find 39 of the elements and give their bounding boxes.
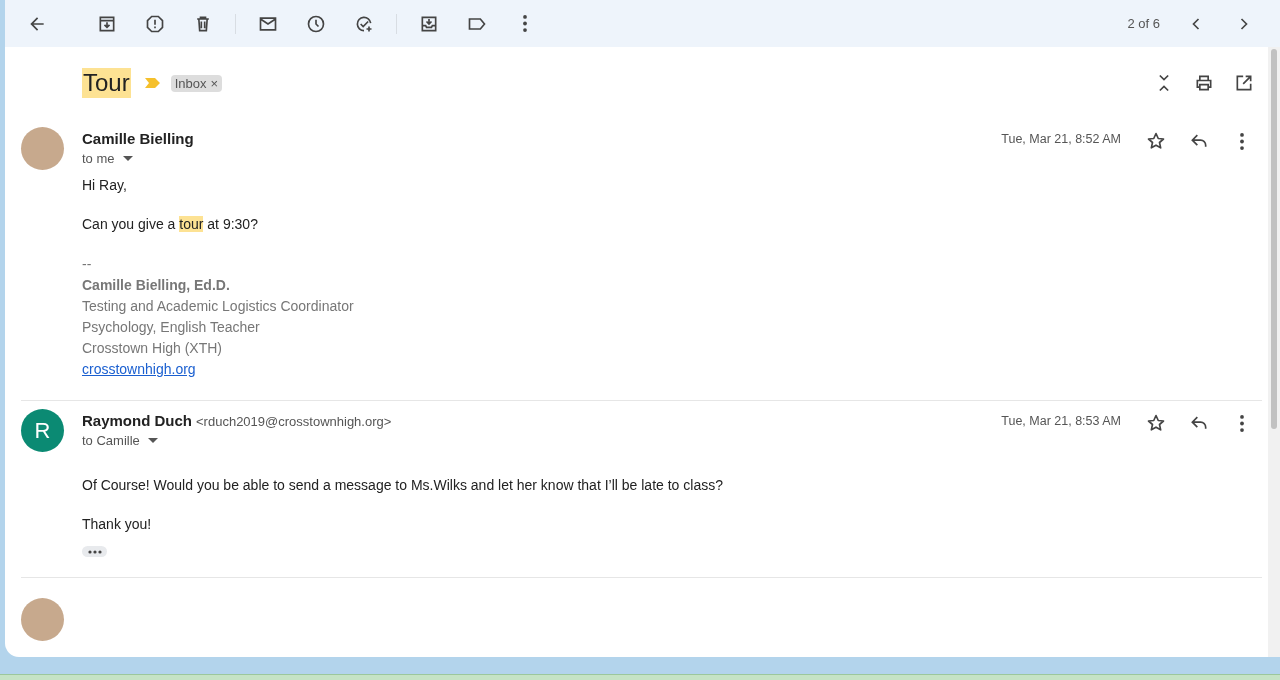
label-name[interactable]: Inbox	[174, 75, 207, 91]
sender-name: Raymond Duch	[82, 412, 192, 429]
more-icon	[523, 15, 527, 32]
ellipsis-icon	[86, 549, 103, 554]
avatar-photo-placeholder	[21, 127, 64, 170]
message-counter: 2 of 6	[1127, 16, 1160, 31]
remove-label-button[interactable]: ×	[210, 75, 219, 91]
clock-icon	[306, 13, 326, 34]
signature-line: Psychology, English Teacher	[82, 318, 261, 337]
message-date: Tue, Mar 21, 8:52 AM	[1001, 132, 1121, 146]
avatar-photo-placeholder	[21, 598, 64, 641]
recipients-dropdown[interactable]: to Camille	[82, 433, 158, 448]
recipients-dropdown[interactable]: to me	[82, 151, 133, 166]
message-paragraph: Can you give a tour at 9:30?	[82, 215, 259, 233]
more-icon	[1240, 132, 1244, 150]
caret-icon	[122, 155, 133, 162]
show-trimmed-content-button[interactable]	[82, 546, 107, 557]
signature-link[interactable]: crosstownhigh.org	[82, 361, 196, 377]
sender-name: Camille Bielling	[82, 130, 194, 147]
message-paragraph: Thank you!	[82, 515, 153, 533]
scrollbar[interactable]	[1268, 47, 1280, 657]
important-marker-icon[interactable]	[144, 77, 161, 89]
printer-icon	[1194, 73, 1214, 93]
avatar-letter: R	[21, 409, 64, 452]
message-paragraph: Hi Ray,	[82, 176, 128, 194]
caret-icon	[147, 437, 158, 444]
more-icon	[1240, 414, 1244, 432]
subject-title: Tour	[82, 68, 131, 98]
message-date: Tue, Mar 21, 8:53 AM	[1001, 414, 1121, 428]
message-paragraph: Of Course! Would you be able to send a message to Ms.Wilks and let her know that I’ll be late to class?	[82, 476, 724, 494]
exclamation-octagon-icon	[145, 13, 165, 34]
signature-line: Testing and Academic Logistics Coordinator	[82, 297, 355, 316]
signature-name: Camille Bielling, Ed.D.	[82, 276, 231, 295]
signature-separator: --	[82, 255, 93, 274]
star-icon	[1146, 131, 1166, 151]
sender-email: <rduch2019@crosstownhigh.org>	[196, 414, 392, 429]
signature-line: Crosstown High (XTH)	[82, 339, 224, 358]
external-link-icon	[1234, 73, 1254, 93]
star-icon	[1146, 413, 1166, 433]
